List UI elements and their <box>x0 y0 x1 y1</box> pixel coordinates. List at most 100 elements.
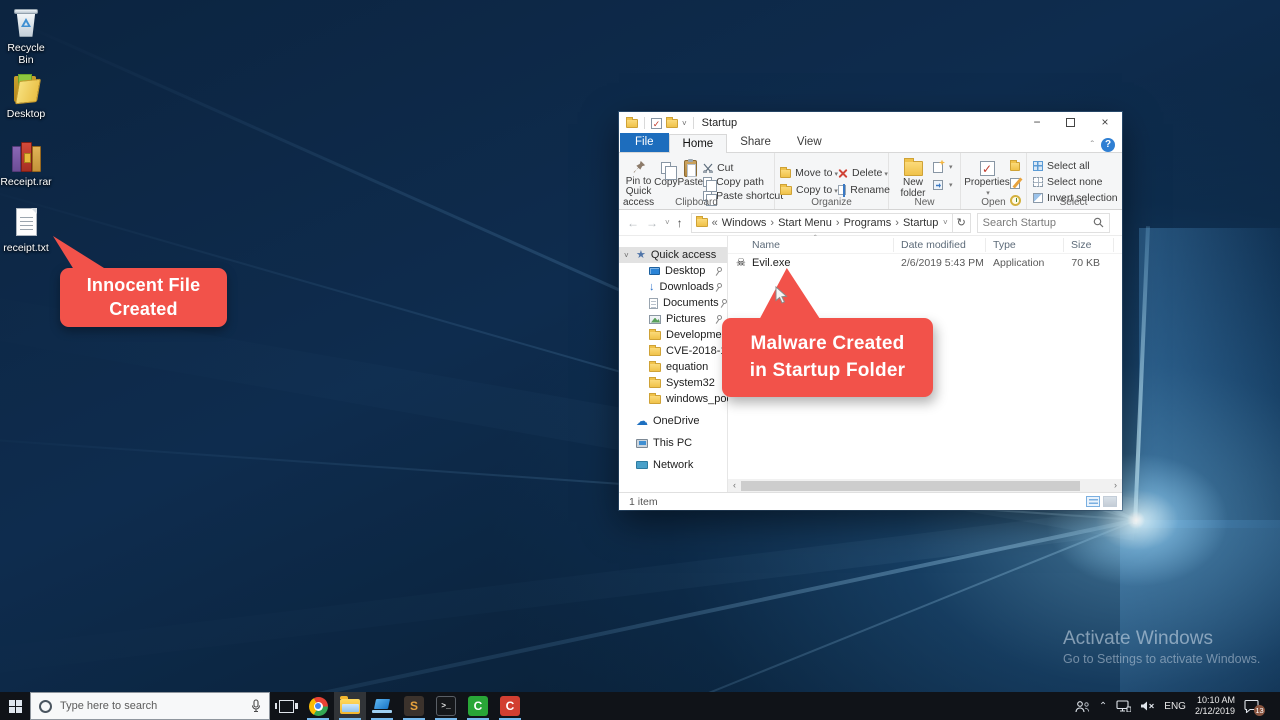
tab-share[interactable]: Share <box>727 133 784 152</box>
column-header-date[interactable]: Date modified <box>901 239 966 251</box>
network-icon[interactable] <box>1116 700 1131 712</box>
taskbar-app-sublime[interactable]: S <box>398 692 430 720</box>
sidebar-item-downloads[interactable]: ↓ Downloads <box>619 279 727 295</box>
collapse-ribbon-icon[interactable]: ˆ <box>1091 140 1094 151</box>
sidebar-item-cve[interactable]: CVE-2018-12874 <box>619 343 727 359</box>
scroll-left-arrow[interactable]: ‹ <box>728 479 741 492</box>
desktop-icon-receipt-rar[interactable]: Receipt.rar <box>0 140 52 189</box>
copy-to-button[interactable]: Copy to <box>780 183 838 197</box>
help-icon[interactable]: ? <box>1101 138 1115 152</box>
breadcrumb-programs[interactable]: Programs <box>844 217 892 229</box>
sidebar-item-desktop[interactable]: Desktop <box>619 263 727 279</box>
close-button[interactable]: × <box>1088 112 1122 134</box>
taskbar-app-chrome[interactable] <box>302 692 334 720</box>
sidebar-item-onedrive[interactable]: ☁ OneDrive <box>619 413 727 429</box>
rename-button[interactable]: Rename <box>838 183 890 197</box>
taskbar-app-file-explorer[interactable] <box>334 692 366 720</box>
scrollbar-thumb[interactable] <box>741 481 1080 491</box>
watermark-subtitle: Go to Settings to activate Windows. <box>1063 652 1260 666</box>
task-view-icon <box>279 700 294 713</box>
select-all-button[interactable]: Select all <box>1033 159 1120 173</box>
scroll-right-arrow[interactable]: › <box>1109 479 1122 492</box>
desktop-icon-desktop-folder[interactable]: Desktop <box>0 72 52 121</box>
address-bar[interactable]: « Windows › Start Menu › Programs › Star… <box>691 213 953 233</box>
maximize-button[interactable] <box>1054 112 1088 134</box>
breadcrumb-start-menu[interactable]: Start Menu <box>778 217 832 229</box>
sidebar-item-system32[interactable]: System32 <box>619 375 727 391</box>
delete-button[interactable]: Delete <box>838 166 890 180</box>
column-separator[interactable] <box>893 238 894 252</box>
clock[interactable]: 10:10 AM 2/12/2019 <box>1195 695 1235 717</box>
file-name: Evil.exe <box>752 257 791 269</box>
ribbon-group-organize: Move to Copy to Delete Rename <box>775 153 889 209</box>
search-box[interactable]: Search Startup <box>977 213 1110 233</box>
tab-home[interactable]: Home <box>669 134 728 153</box>
downloads-icon: ↓ <box>649 282 655 292</box>
move-to-button[interactable]: Move to <box>780 166 838 180</box>
open-icon <box>1010 162 1020 171</box>
sidebar-item-pictures[interactable]: Pictures <box>619 311 727 327</box>
notification-center-button[interactable]: 13 <box>1244 699 1261 714</box>
up-button[interactable]: ↑ <box>677 216 683 230</box>
sidebar-item-network[interactable]: Network <box>619 457 727 473</box>
sidebar-item-development[interactable]: Development <box>619 327 727 343</box>
sidebar-item-quick-access[interactable]: ˅ ★ Quick access <box>619 247 727 263</box>
hidden-icons-chevron[interactable]: ⌃ <box>1099 701 1107 712</box>
sidebar-item-equation[interactable]: equation <box>619 359 727 375</box>
desktop-icon-recycle-bin[interactable]: Recycle Bin <box>0 6 52 66</box>
back-button[interactable]: ← <box>627 216 639 230</box>
refresh-button[interactable]: ↻ <box>953 213 971 233</box>
taskbar-search[interactable]: Type here to search <box>30 692 270 720</box>
details-view-button[interactable] <box>1086 496 1100 507</box>
taskbar-app-terminal[interactable]: >_ <box>430 692 462 720</box>
tab-view[interactable]: View <box>784 133 835 152</box>
tab-file[interactable]: File <box>620 133 669 152</box>
breadcrumb-startup[interactable]: Startup <box>903 217 938 229</box>
new-folder-qat-icon[interactable] <box>666 119 678 128</box>
open-button[interactable] <box>1010 159 1021 173</box>
easy-access-button[interactable] <box>933 178 953 192</box>
minimize-button[interactable]: − <box>1020 112 1054 134</box>
task-view-button[interactable] <box>270 692 302 720</box>
new-item-icon <box>933 162 943 173</box>
column-header-size[interactable]: Size <box>1071 239 1091 251</box>
properties-icon: ✓ <box>980 158 995 178</box>
address-dropdown-caret[interactable]: ˅ <box>943 218 948 227</box>
watermark-title: Activate Windows <box>1063 628 1260 650</box>
new-item-button[interactable] <box>933 160 953 174</box>
taskbar-app-camtasia[interactable]: C <box>462 692 494 720</box>
column-separator[interactable] <box>1113 238 1114 252</box>
column-separator[interactable] <box>1063 238 1064 252</box>
qat-customize-caret[interactable]: ˅ <box>682 119 687 128</box>
folder-icon <box>649 379 661 388</box>
column-header-name[interactable]: Name <box>752 239 780 251</box>
breadcrumb-windows[interactable]: Windows <box>722 217 767 229</box>
select-none-button[interactable]: Select none <box>1033 175 1120 189</box>
forward-button[interactable]: → <box>646 216 658 230</box>
sidebar-item-windows-poc[interactable]: windows_poc <box>619 391 727 407</box>
desktop-icon-receipt-txt[interactable]: receipt.txt <box>0 206 52 255</box>
cut-button[interactable]: Cut <box>703 161 783 175</box>
taskbar-app-laptop[interactable] <box>366 692 398 720</box>
expander-icon[interactable]: ˅ <box>624 251 629 260</box>
people-icon[interactable] <box>1075 700 1090 713</box>
volume-muted-icon[interactable] <box>1140 700 1155 712</box>
sidebar-item-documents[interactable]: Documents <box>619 295 727 311</box>
pictures-icon <box>649 315 661 324</box>
copy-path-icon <box>703 177 712 187</box>
properties-qat-icon[interactable]: ✓ <box>651 118 662 129</box>
column-header-type[interactable]: Type <box>993 239 1016 251</box>
column-separator[interactable] <box>985 238 986 252</box>
copy-path-button[interactable]: Copy path <box>703 175 783 189</box>
recent-locations-caret[interactable]: ˅ <box>665 218 670 227</box>
start-button[interactable] <box>0 692 30 720</box>
chrome-icon <box>309 697 328 716</box>
horizontal-scrollbar[interactable]: ‹ › <box>728 479 1122 492</box>
large-icons-view-button[interactable] <box>1103 496 1117 507</box>
sidebar-item-this-pc[interactable]: This PC <box>619 435 727 451</box>
network-icon <box>636 461 648 469</box>
folder-icon <box>649 395 661 404</box>
language-indicator[interactable]: ENG <box>1164 701 1186 712</box>
edit-button[interactable] <box>1010 176 1021 190</box>
taskbar-app-recorder[interactable]: C <box>494 692 526 720</box>
